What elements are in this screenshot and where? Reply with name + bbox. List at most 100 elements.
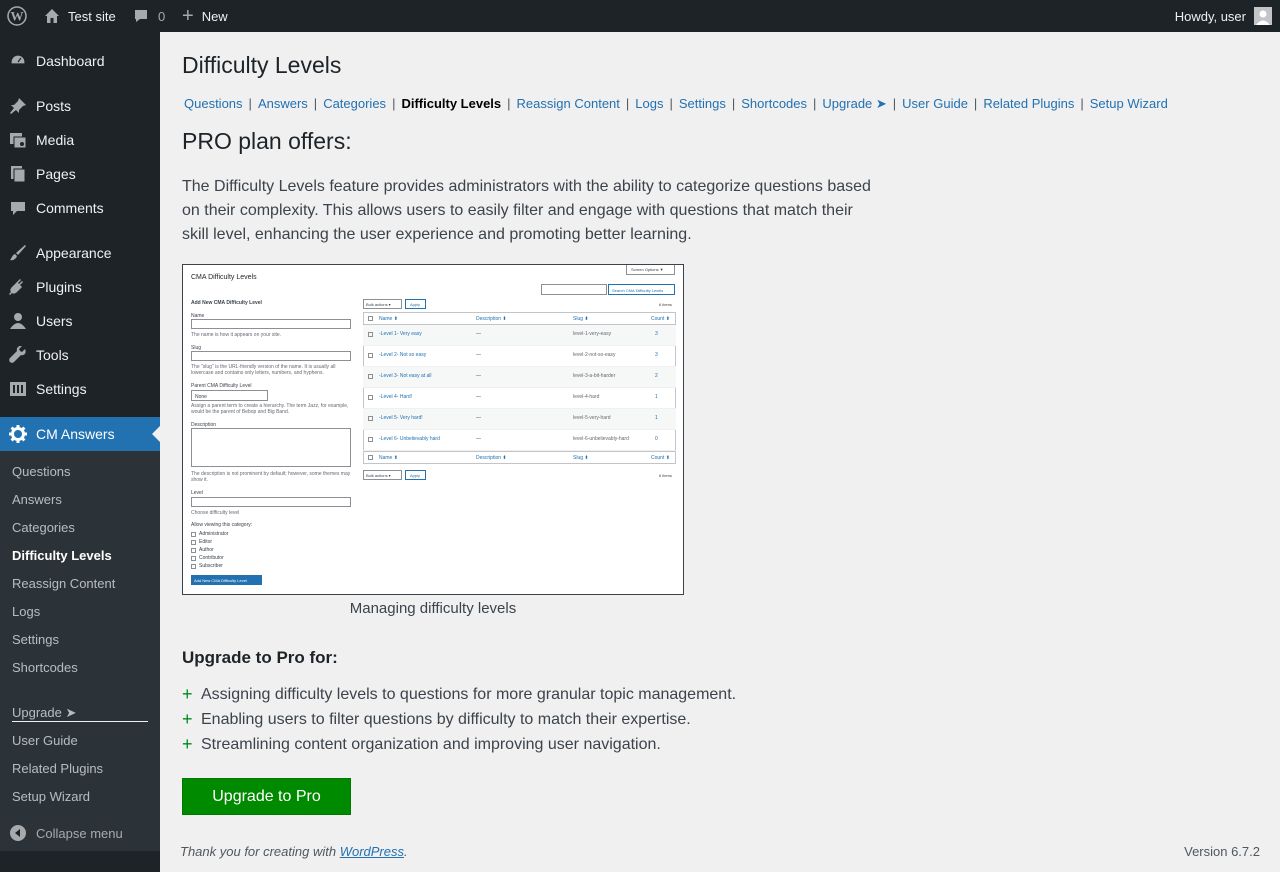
- main-content: Difficulty Levels Questions | Answers | Cate…: [160, 32, 1280, 872]
- tab-answers[interactable]: Answers: [258, 96, 308, 111]
- shot-level-label: Level: [191, 490, 203, 496]
- plus-icon: +: [182, 684, 193, 704]
- menu-tools[interactable]: Tools: [0, 338, 160, 372]
- shot-slug-help: The "slug" is the URL-friendly version o…: [191, 364, 336, 376]
- shot-level-input: [191, 497, 351, 507]
- svg-text:W: W: [11, 9, 24, 24]
- pin-icon: [9, 97, 27, 115]
- shot-apply-button: Apply: [405, 299, 426, 309]
- collapse-icon: [10, 825, 26, 841]
- tab-upgrade[interactable]: Upgrade ➤: [822, 96, 886, 111]
- collapse-label: Collapse menu: [36, 825, 123, 841]
- shot-level-help: Choose difficulty level: [191, 510, 240, 516]
- wordpress-logo-icon[interactable]: W: [7, 0, 27, 32]
- plus-icon: +: [182, 5, 194, 27]
- shot-slug-input: [191, 351, 351, 361]
- site-name-link[interactable]: Test site: [44, 0, 116, 32]
- feature-screenshot: CMA Difficulty Levels Screen Options ▼ S…: [182, 264, 684, 595]
- shot-name-input: [191, 319, 351, 329]
- comments-count: 0: [158, 8, 166, 24]
- tab-reassign-content[interactable]: Reassign Content: [517, 96, 620, 111]
- plus-icon: +: [182, 734, 193, 754]
- submenu-logs[interactable]: Logs: [12, 604, 40, 619]
- menu-label: Media: [36, 132, 75, 148]
- brush-icon: [9, 244, 27, 262]
- menu-pages[interactable]: Pages: [0, 157, 160, 191]
- tab-setup-wizard[interactable]: Setup Wizard: [1090, 96, 1168, 111]
- avatar: [1254, 7, 1272, 25]
- shot-name-help: The name is how it appears on your site.: [191, 332, 282, 338]
- tab-questions[interactable]: Questions: [184, 96, 243, 111]
- howdy-text: Howdy, user: [1174, 8, 1246, 24]
- plugin-subnav: Questions | Answers | Categories | Difficulty …: [184, 96, 1168, 111]
- submenu-difficulty-levels[interactable]: Difficulty Levels: [12, 548, 112, 563]
- submenu-upgrade[interactable]: Upgrade ➤: [12, 705, 76, 721]
- menu-comments[interactable]: Comments: [0, 191, 160, 225]
- shot-table-header: Name ⬍ Description ⬍ Slug ⬍ Count ⬍: [363, 312, 676, 325]
- tab-difficulty-levels[interactable]: Difficulty Levels: [401, 96, 501, 111]
- menu-label: Appearance: [36, 245, 112, 261]
- tab-categories[interactable]: Categories: [323, 96, 386, 111]
- upgrade-to-pro-button[interactable]: Upgrade to Pro: [182, 778, 351, 815]
- comments-link[interactable]: 0: [133, 0, 165, 32]
- shot-apply-button-bottom: Apply: [405, 470, 426, 480]
- my-account-link[interactable]: Howdy, user: [1175, 0, 1272, 32]
- feature-list: + Assigning difficulty levels to question…: [182, 682, 736, 757]
- submenu-questions[interactable]: Questions: [12, 464, 71, 479]
- shot-search-button: Search CMA Difficulty Levels: [608, 284, 675, 295]
- tab-logs[interactable]: Logs: [635, 96, 663, 111]
- submenu-settings[interactable]: Settings: [12, 632, 59, 647]
- menu-media[interactable]: Media: [0, 123, 160, 157]
- shot-screen-options: Screen Options ▼: [626, 265, 675, 275]
- menu-posts[interactable]: Posts: [0, 89, 160, 123]
- list-item: + Enabling users to filter questions by d…: [182, 709, 691, 729]
- shot-search-input: [541, 284, 607, 295]
- submenu-categories[interactable]: Categories: [12, 520, 75, 535]
- list-item: + Assigning difficulty levels to question…: [182, 684, 737, 704]
- tab-related-plugins[interactable]: Related Plugins: [983, 96, 1074, 111]
- menu-label: Pages: [36, 166, 76, 182]
- menu-label: Dashboard: [36, 53, 105, 69]
- shot-title: CMA Difficulty Levels: [191, 274, 257, 281]
- dashboard-icon: [9, 52, 27, 70]
- submenu-divider: [12, 721, 148, 722]
- user-icon: [9, 312, 27, 330]
- submenu-related-plugins[interactable]: Related Plugins: [12, 761, 103, 776]
- menu-appearance[interactable]: Appearance: [0, 236, 160, 270]
- collapse-menu-button[interactable]: Collapse menu: [0, 818, 160, 848]
- submenu-user-guide[interactable]: User Guide: [12, 733, 78, 748]
- shot-parent-label: Parent CMA Difficulty Level: [191, 383, 252, 389]
- footer-thanks: Thank you for creating with WordPress.: [180, 844, 408, 859]
- shot-items-count: 6 items: [659, 302, 672, 307]
- menu-cm-answers[interactable]: CM Answers: [0, 417, 160, 451]
- shot-table-row: -Level 3- Not easy at all — level-3-a-bit-…: [363, 367, 676, 388]
- new-label: New: [201, 8, 228, 24]
- media-icon: [9, 131, 27, 149]
- submenu-shortcodes[interactable]: Shortcodes: [12, 660, 78, 675]
- shot-table-row: -Level 2- Not so easy — level-2-not-so-eas…: [363, 346, 676, 367]
- shot-description-help: The description is not prominent by defa…: [191, 471, 351, 483]
- menu-users[interactable]: Users: [0, 304, 160, 338]
- menu-plugins[interactable]: Plugins: [0, 270, 160, 304]
- tab-shortcodes[interactable]: Shortcodes: [741, 96, 807, 111]
- menu-settings[interactable]: Settings: [0, 372, 160, 406]
- submenu-reassign-content[interactable]: Reassign Content: [12, 576, 115, 591]
- submenu-setup-wizard[interactable]: Setup Wizard: [12, 789, 90, 804]
- shot-bulk-actions: Bulk actions ▾: [363, 299, 402, 309]
- shot-add-heading: Add New CMA Difficulty Level: [191, 300, 262, 306]
- plus-icon: +: [182, 709, 193, 729]
- gear-icon: [9, 425, 27, 443]
- menu-label: Settings: [36, 381, 87, 397]
- admin-bar: W Test site 0 + New Howdy, user: [0, 0, 1280, 32]
- menu-dashboard[interactable]: Dashboard: [0, 44, 160, 78]
- submenu-answers[interactable]: Answers: [12, 492, 62, 507]
- page-title: Difficulty Levels: [182, 52, 342, 78]
- menu-label: Posts: [36, 98, 72, 114]
- comment-icon: [9, 199, 27, 217]
- menu-label: Plugins: [36, 279, 82, 295]
- tab-user-guide[interactable]: User Guide: [902, 96, 968, 111]
- new-content-link[interactable]: + New: [182, 0, 228, 32]
- wordpress-link[interactable]: WordPress: [340, 844, 404, 859]
- pages-icon: [9, 165, 27, 183]
- tab-settings[interactable]: Settings: [679, 96, 726, 111]
